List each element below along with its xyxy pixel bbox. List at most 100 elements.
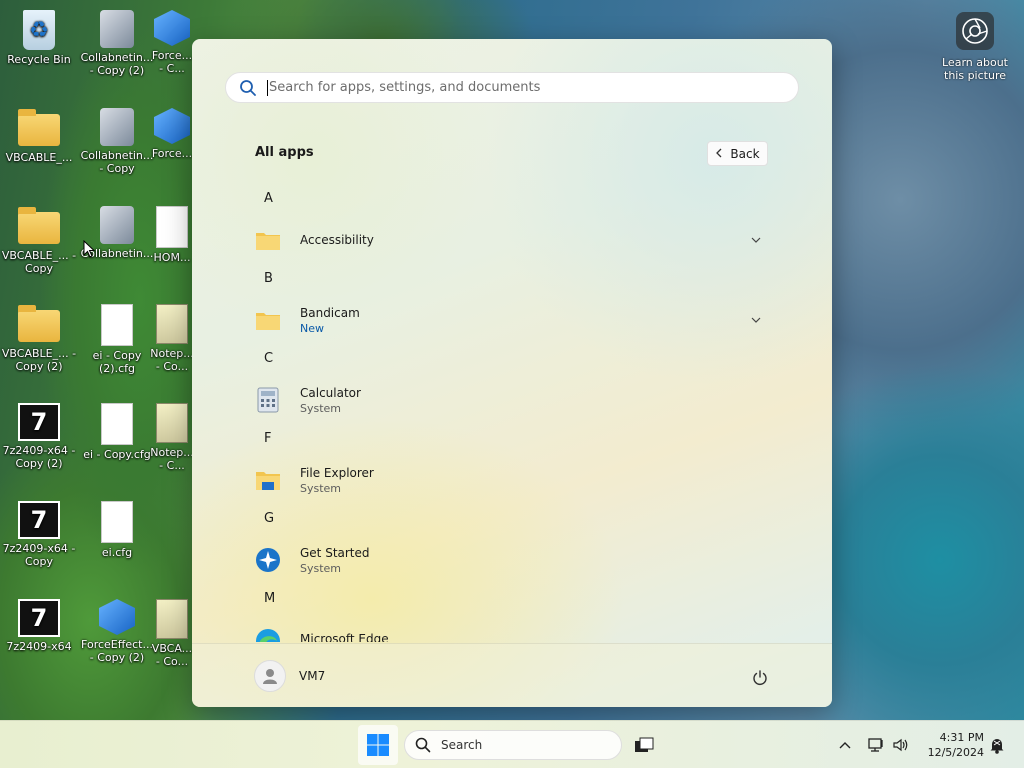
desktop-icon-ei[interactable]: ei.cfg [78, 501, 156, 559]
desktop-icon-notepad[interactable]: Notep... - C... [150, 403, 194, 472]
letter-header-a[interactable]: A [264, 191, 273, 206]
app-item-bandicam[interactable]: Bandicam New [248, 295, 784, 345]
start-search-box[interactable] [225, 72, 799, 103]
app-item-microsoft-edge[interactable]: Microsoft Edge [248, 615, 784, 642]
start-search-input[interactable] [269, 73, 769, 102]
letter-header-m[interactable]: M [264, 591, 275, 606]
letter-header-f[interactable]: F [264, 431, 271, 446]
edge-icon [254, 627, 282, 642]
learn-about-picture-button[interactable]: Learn about this picture [938, 12, 1012, 82]
desktop-icon-ei-copy[interactable]: ei - Copy.cfg [78, 403, 156, 461]
start-menu: All apps Back A Accessibility B [192, 39, 832, 707]
network-status-button[interactable] [864, 733, 888, 757]
user-account-button[interactable]: VM7 [254, 656, 325, 696]
app-subtitle: System [300, 561, 342, 575]
desktop-icon-collabnet-copy[interactable]: Collabnetin... - Copy [78, 108, 156, 175]
start-button[interactable] [358, 725, 398, 765]
back-button[interactable]: Back [707, 141, 768, 166]
app-subtitle: System [300, 401, 342, 415]
search-icon [415, 736, 433, 754]
desktop-icon-label: 7z2409-x64 [6, 640, 72, 653]
file-icon [101, 501, 133, 543]
desktop-icon-forceeffect-copy-2[interactable]: ForceEffect... - Copy (2) [78, 599, 156, 664]
desktop-icon-label: VBCABLE_... - Copy [1, 249, 77, 275]
desktop-icon-vbcable-copy-2[interactable]: VBCABLE_... - Copy (2) [0, 304, 78, 373]
speaker-icon [893, 738, 908, 752]
desktop-icon-label: Collabnetin... - Copy [80, 149, 154, 175]
7zip-installer-icon: 7 [18, 599, 60, 637]
desktop-icon-force[interactable]: Force... [150, 108, 194, 160]
power-button[interactable] [748, 666, 772, 690]
chevron-up-icon [839, 742, 851, 749]
app-item-calculator[interactable]: Calculator System [248, 375, 784, 425]
taskbar-search-box[interactable]: Search [404, 730, 622, 760]
desktop-icon-7zip-copy[interactable]: 7 7z2409-x64 - Copy [0, 501, 78, 568]
desktop-icon-7zip-copy-2[interactable]: 7 7z2409-x64 - Copy (2) [0, 403, 78, 470]
system-clock[interactable]: 4:31 PM 12/5/2024 [918, 730, 984, 760]
new-badge: New [300, 321, 324, 335]
desktop-icon-vbcable[interactable]: VBCABLE_... [0, 108, 78, 164]
desktop-icon-vbcable-copy[interactable]: VBCABLE_... - Copy [0, 206, 78, 275]
desktop-icon-label: Force... - C... [151, 49, 193, 75]
desktop-icon-notepad-copy[interactable]: Notep... - Co... [150, 304, 194, 373]
folder-icon [18, 109, 60, 146]
network-computer-icon [100, 108, 134, 146]
show-hidden-icons-button[interactable] [833, 733, 857, 757]
cube-app-icon [154, 10, 190, 46]
app-item-file-explorer[interactable]: File Explorer System [248, 455, 784, 505]
app-name: File Explorer [300, 465, 374, 480]
file-explorer-icon [254, 466, 282, 494]
clock-time: 4:31 PM [939, 731, 984, 744]
letter-header-b[interactable]: B [264, 271, 273, 286]
text-caret [267, 79, 268, 96]
desktop-icon-vbca-copy[interactable]: VBCA... - Co... [150, 599, 194, 668]
app-name: Microsoft Edge [300, 632, 389, 642]
app-name: Bandicam [300, 305, 360, 320]
task-view-button[interactable] [632, 733, 656, 757]
folder-icon [254, 226, 282, 254]
desktop-icon-label: Recycle Bin [7, 53, 71, 66]
all-apps-title: All apps [255, 145, 314, 160]
desktop-icon-7zip[interactable]: 7 7z2409-x64 [0, 599, 78, 653]
recycle-bin-icon: ♻ [23, 10, 55, 50]
app-name: Get Started [300, 545, 370, 560]
cube-app-icon [154, 108, 190, 144]
desktop-icon-label: Force... [151, 147, 193, 160]
letter-header-c[interactable]: C [264, 351, 273, 366]
all-apps-list[interactable]: A Accessibility B Bandicam New C Calcula… [192, 179, 832, 642]
network-icon [868, 738, 883, 752]
desktop-icon-recycle-bin[interactable]: ♻ Recycle Bin [0, 10, 78, 66]
volume-button[interactable] [889, 733, 913, 757]
letter-header-g[interactable]: G [264, 511, 274, 526]
desktop-icon-collabnet-copy-2[interactable]: Collabnetin... - Copy (2) [78, 10, 156, 77]
desktop-icon-label: ei.cfg [101, 546, 133, 559]
app-item-get-started[interactable]: Get Started System [248, 535, 784, 585]
desktop-icon-label: Collabnetin... - Copy (2) [80, 51, 154, 77]
desktop-icon-label: Notep... - Co... [150, 347, 194, 373]
app-subtitle: System [300, 481, 342, 495]
desktop-icon-home[interactable]: HOM... [150, 206, 194, 264]
get-started-icon [254, 546, 282, 574]
user-avatar-icon [254, 660, 286, 692]
folder-icon [18, 305, 60, 342]
chevron-left-icon [715, 147, 723, 161]
taskbar-search-label: Search [441, 738, 483, 752]
desktop-icon-label: VBCABLE_... - Copy (2) [1, 347, 77, 373]
back-label: Back [730, 146, 760, 161]
notifications-button[interactable] [985, 733, 1009, 757]
clock-date: 12/5/2024 [927, 746, 984, 759]
desktop-icon-force-copy[interactable]: Force... - C... [150, 10, 194, 75]
folder-icon [254, 306, 282, 334]
app-name: Accessibility [300, 233, 374, 247]
app-name: Calculator [300, 385, 361, 400]
chevron-down-icon[interactable] [748, 232, 764, 248]
calculator-icon [254, 386, 282, 414]
desktop-icon-ei-copy-2[interactable]: ei - Copy (2).cfg [78, 304, 156, 375]
app-item-accessibility[interactable]: Accessibility [248, 215, 784, 265]
chevron-down-icon[interactable] [748, 312, 764, 328]
task-view-icon [635, 737, 654, 752]
notepad-icon [156, 304, 188, 344]
desktop-icon-label: 7z2409-x64 - Copy [2, 542, 76, 568]
desktop-icon-label: ei - Copy (2).cfg [92, 349, 142, 375]
taskbar: Search 4:31 PM 12/5/2024 [0, 720, 1024, 768]
